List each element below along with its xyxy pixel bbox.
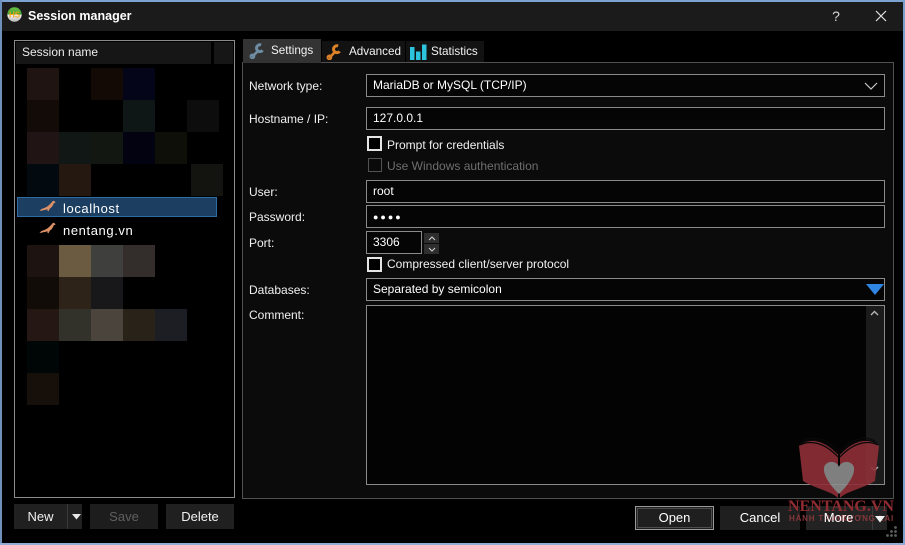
svg-text:HS: HS xyxy=(9,11,21,20)
